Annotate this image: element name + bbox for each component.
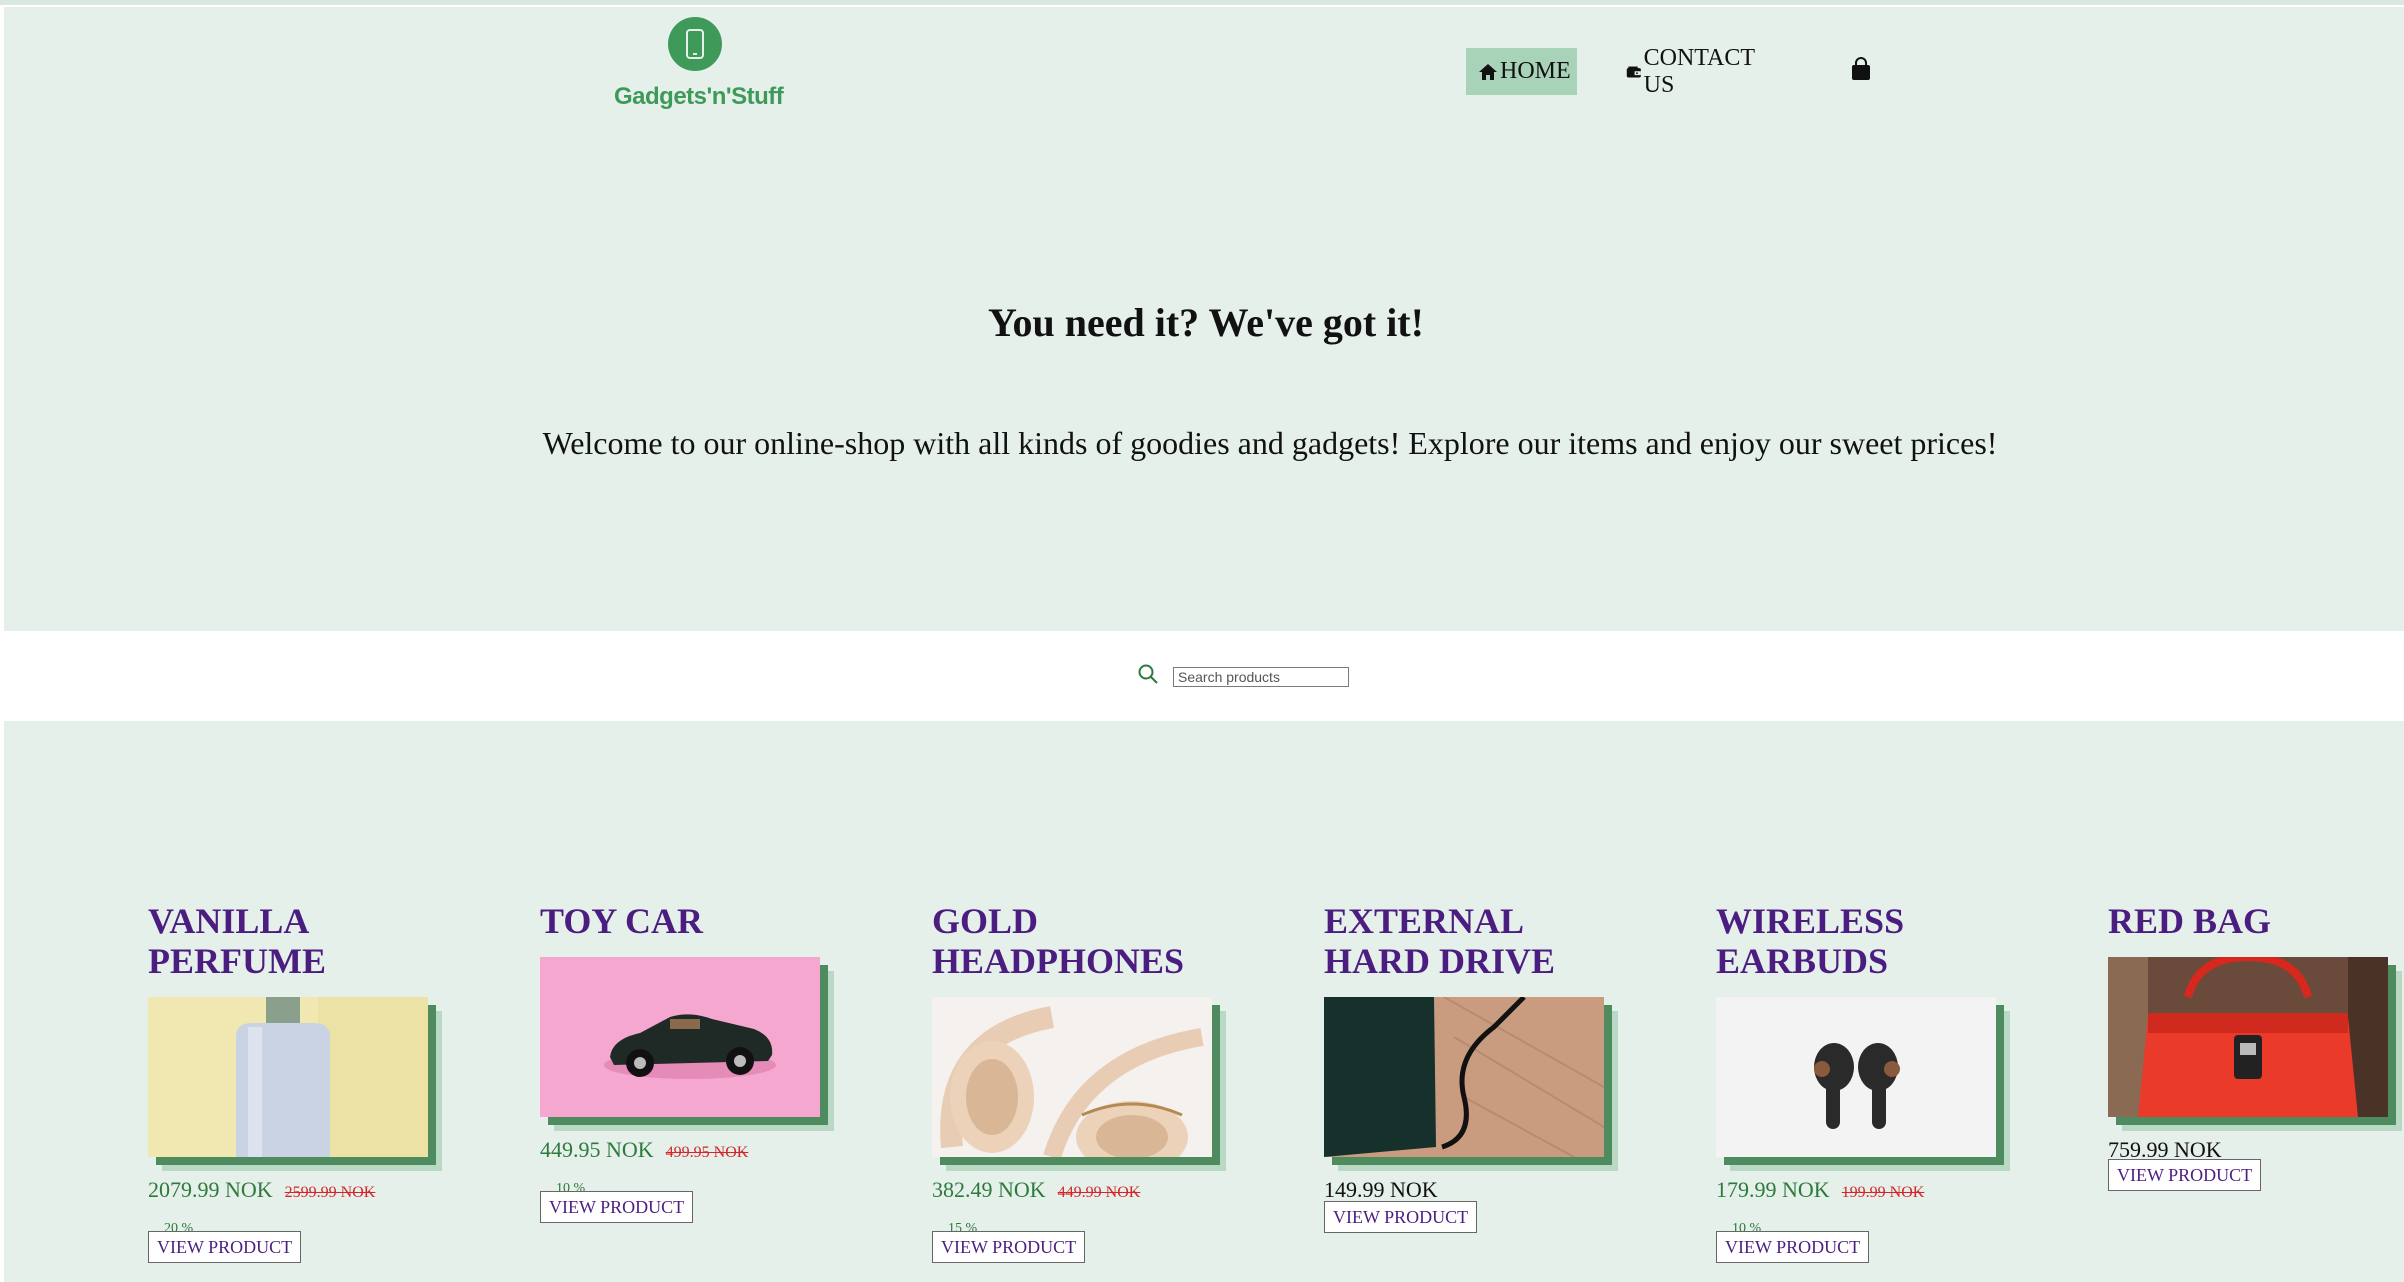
product-image[interactable] <box>148 997 428 1157</box>
nav-home[interactable]: HOME <box>1466 48 1577 95</box>
product-old-price: 2599.99 NOK <box>284 1184 376 1201</box>
nav-contact[interactable]: CONTACT US <box>1626 45 1759 98</box>
view-product-button[interactable]: VIEW PRODUCT <box>932 1231 1086 1263</box>
nav-home-label: HOME <box>1500 58 1571 84</box>
product-price: 449.95 NOK <box>540 1137 654 1162</box>
price-row: 179.99 NOK 199.99 NOK <box>1716 1177 2036 1203</box>
product-image[interactable] <box>2108 957 2388 1117</box>
cart-button[interactable] <box>1850 57 1872 81</box>
product-title: Vanilla Perfume <box>148 901 326 981</box>
brand-name: Gadgets'n'Stuff <box>614 83 784 110</box>
wallet-icon <box>1626 66 1641 77</box>
phone-icon <box>668 17 722 71</box>
product-title: Toy Car <box>540 901 704 941</box>
price-row: 382.49 NOK 449.99 NOK <box>932 1177 1252 1203</box>
hero-section: Gadgets'n'Stuff HOME CONTACT US You need <box>4 7 2404 631</box>
shopping-bag-icon <box>1852 57 1870 80</box>
product-title: Red Bag <box>2108 901 2272 941</box>
product-image[interactable] <box>932 997 1212 1157</box>
product-image[interactable] <box>1716 997 1996 1157</box>
view-product-button[interactable]: VIEW PRODUCT <box>540 1191 694 1223</box>
product-title: Gold Headphones <box>932 901 1185 981</box>
hero-subtitle: Welcome to our online-shop with all kind… <box>542 425 1998 461</box>
product-price: 149.99 NOK <box>1324 1177 1438 1202</box>
price-row: 2079.99 NOK 2599.99 NOK <box>148 1177 468 1203</box>
product-title: Wireless Earbuds <box>1716 901 1905 981</box>
product-price: 382.49 NOK <box>932 1177 1046 1202</box>
site-logo[interactable]: Gadgets'n'Stuff <box>614 17 784 117</box>
hero-title: You need it? We've got it! <box>988 300 1424 345</box>
product-price: 179.99 NOK <box>1716 1177 1830 1202</box>
product-grid: Vanilla Perfume 2079.99 NOK 2599.99 NOK 2… <box>4 721 2404 1282</box>
nav-contact-label: CONTACT US <box>1643 44 1755 98</box>
search-icon[interactable] <box>1137 663 1159 685</box>
view-product-button[interactable]: VIEW PRODUCT <box>148 1231 302 1263</box>
search-input[interactable] <box>1173 667 1349 687</box>
top-border <box>0 0 2404 5</box>
product-old-price: 199.99 NOK <box>1841 1184 1925 1201</box>
price-row: 149.99 NOK <box>1324 1177 1644 1203</box>
view-product-button[interactable]: VIEW PRODUCT <box>1716 1231 1870 1263</box>
price-row: 449.95 NOK 499.95 NOK <box>540 1137 860 1163</box>
product-image[interactable] <box>540 957 820 1117</box>
product-old-price: 499.95 NOK <box>665 1144 749 1161</box>
view-product-button[interactable]: VIEW PRODUCT <box>2108 1159 2262 1191</box>
product-old-price: 449.99 NOK <box>1057 1184 1141 1201</box>
product-image[interactable] <box>1324 997 1604 1157</box>
view-product-button[interactable]: VIEW PRODUCT <box>1324 1201 1478 1233</box>
product-price: 2079.99 NOK <box>148 1177 273 1202</box>
home-icon <box>1479 63 1497 80</box>
product-title: External Hard Drive <box>1324 901 1556 981</box>
